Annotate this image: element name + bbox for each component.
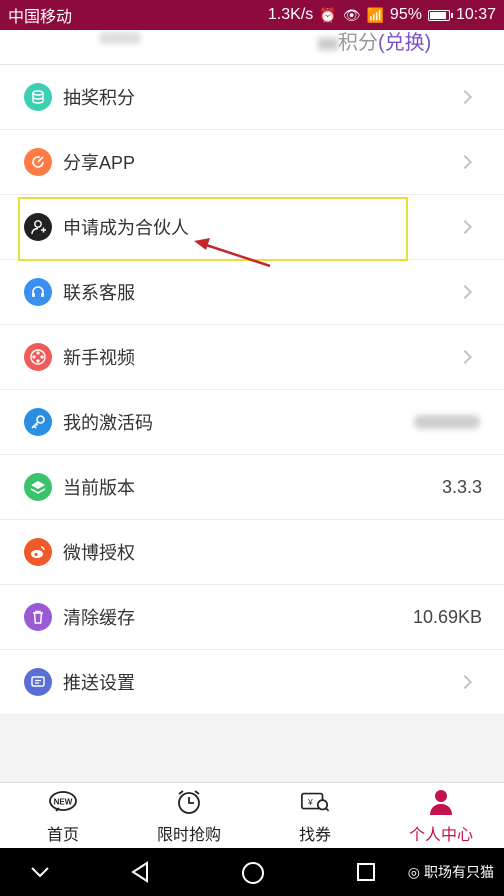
blurred-activation-code: [414, 415, 480, 429]
eye-icon: 👁: [342, 6, 361, 23]
menu-item-label: 我的激活码: [63, 413, 153, 433]
tab-label: 首页: [46, 826, 79, 844]
tab-personal-center[interactable]: 个人中心: [378, 783, 504, 848]
menu-item-push-settings[interactable]: 推送设置: [0, 650, 504, 715]
menu-item-activation-code[interactable]: 我的激活码: [0, 390, 504, 455]
menu-item-clear-cache[interactable]: 清除缓存 10.69KB: [0, 585, 504, 650]
menu-item-label: 推送设置: [63, 673, 135, 693]
svg-text:¥: ¥: [307, 796, 313, 806]
svg-text:NEW: NEW: [54, 797, 73, 806]
carrier-name: 中国移动: [8, 9, 73, 26]
chevron-right-icon: [457, 219, 473, 235]
menu-item-become-partner[interactable]: 申请成为合伙人: [0, 195, 504, 260]
person-icon: [426, 787, 456, 817]
tab-find-coupons[interactable]: ¥ 找券: [252, 783, 378, 848]
menu-item-lottery-points[interactable]: 抽奖积分: [0, 65, 504, 130]
menu-item-contact-service[interactable]: 联系客服: [0, 260, 504, 325]
coupon-search-icon: ¥: [300, 787, 330, 817]
watermark: ◎ 职场有只猫: [408, 862, 494, 882]
clock: 10:37: [455, 6, 496, 23]
chevron-right-icon: [457, 284, 473, 300]
weibo-icon: [24, 538, 52, 566]
menu-item-label: 清除缓存: [63, 608, 135, 628]
tab-label: 找券: [298, 826, 331, 844]
tab-flash-sale[interactable]: 限时抢购: [126, 783, 252, 848]
chevron-right-icon: [457, 154, 473, 170]
tab-home[interactable]: NEW 首页: [0, 783, 126, 848]
key-icon: [24, 408, 52, 436]
menu-item-label: 申请成为合伙人: [63, 218, 189, 238]
battery-percent: 95%: [389, 6, 422, 23]
tab-label: 个人中心: [408, 826, 473, 844]
back-icon[interactable]: [128, 860, 152, 884]
alarm-icon: ⏰: [319, 6, 337, 23]
menu-item-current-version: 当前版本 3.3.3: [0, 455, 504, 520]
wifi-icon: 📶: [366, 6, 384, 23]
chevron-right-icon: [457, 349, 473, 365]
film-reel-icon: [24, 343, 52, 371]
headset-icon: [24, 278, 52, 306]
menu-item-label: 分享APP: [63, 153, 136, 173]
recents-icon[interactable]: [354, 860, 378, 884]
points-row: 积分(兑换): [0, 30, 504, 65]
points-summary: 积分(兑换): [318, 30, 431, 55]
lottery-icon: [24, 83, 52, 111]
chevron-right-icon: [457, 674, 473, 690]
battery-icon: [427, 9, 453, 21]
menu-item-share-app[interactable]: 分享APP: [0, 130, 504, 195]
share-icon: [24, 148, 52, 176]
layers-icon: [24, 473, 52, 501]
menu-list: 抽奖积分 分享APP 申请成为合伙人 联系客服 新手视频 我的激活码 当前版本 …: [0, 65, 504, 715]
version-value: 3.3.3: [441, 476, 482, 497]
watermark-text: 职场有只猫: [424, 864, 494, 880]
menu-item-beginner-videos[interactable]: 新手视频: [0, 325, 504, 390]
bottom-tab-bar: NEW 首页 限时抢购 ¥ 找券 个人中心: [0, 782, 504, 848]
trash-icon: [24, 603, 52, 631]
menu-item-weibo-auth[interactable]: 微博授权: [0, 520, 504, 585]
partner-icon: [24, 213, 52, 241]
menu-item-label: 新手视频: [63, 348, 135, 368]
blurred-points: [318, 37, 338, 50]
home-circle-icon[interactable]: [240, 860, 266, 886]
new-badge-icon: NEW: [48, 787, 78, 817]
system-nav-bar: ◎ 职场有只猫: [0, 848, 504, 896]
chevron-right-icon: [457, 89, 473, 105]
alarm-clock-icon: [174, 787, 204, 817]
profile-content: 积分(兑换) 抽奖积分 分享APP 申请成为合伙人 联系客服 新手视频 我的激活…: [0, 30, 504, 782]
status-right: 1.3K/s ⏰ 👁 📶 95% 10:37: [268, 6, 496, 24]
menu-item-label: 抽奖积分: [63, 88, 135, 108]
tab-label: 限时抢购: [156, 826, 221, 844]
chevron-down-icon[interactable]: [28, 860, 52, 884]
network-speed: 1.3K/s: [267, 6, 314, 23]
message-icon: [24, 668, 52, 696]
cache-size-value: 10.69KB: [412, 606, 482, 627]
wechat-icon: ◎: [407, 863, 420, 880]
exchange-link[interactable]: (兑换): [378, 32, 431, 54]
menu-item-label: 当前版本: [63, 478, 135, 498]
menu-item-label: 微博授权: [63, 543, 135, 563]
menu-item-label: 联系客服: [63, 283, 135, 303]
points-label: 积分: [338, 32, 378, 54]
blurred-username: [100, 32, 140, 44]
status-bar: 中国移动 1.3K/s ⏰ 👁 📶 95% 10:37: [0, 0, 504, 30]
